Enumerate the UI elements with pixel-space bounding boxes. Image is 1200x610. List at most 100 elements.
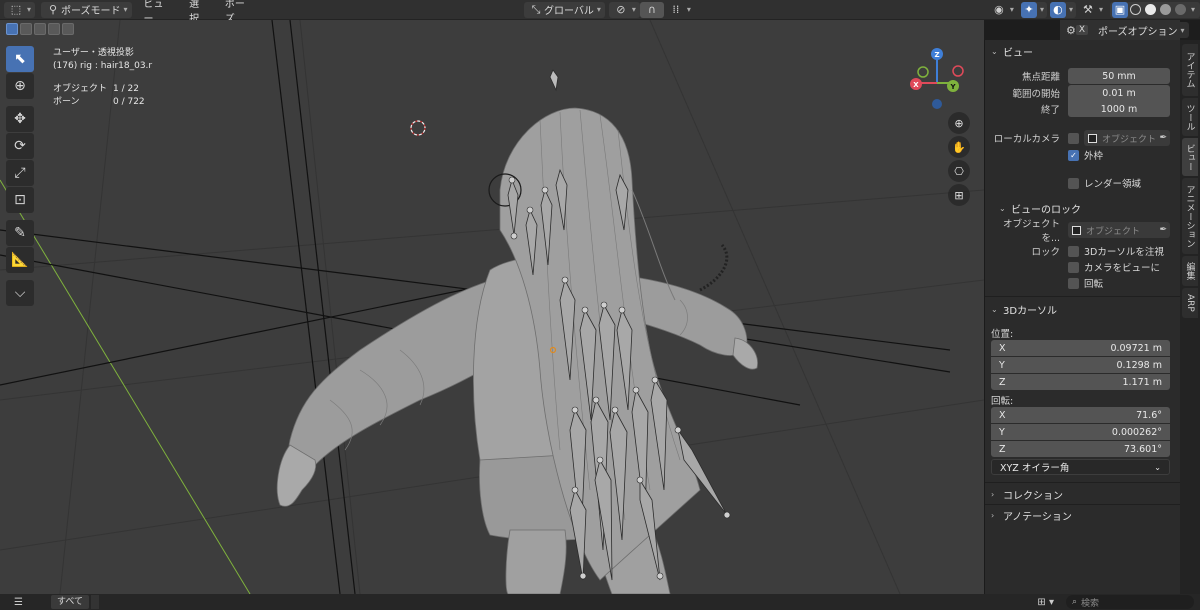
view-lock-title: ビューのロック (1011, 204, 1081, 216)
xray-icon[interactable]: ▣ (1111, 1, 1128, 18)
select-subtract-icon[interactable] (34, 23, 46, 35)
clip-start-label: 範囲の開始 (1012, 89, 1060, 100)
eyedropper-icon[interactable]: ✒ (1159, 225, 1167, 235)
bone-overlay-dropdown[interactable]: ⚒ ▾ (1076, 2, 1107, 18)
tab-item[interactable]: アイテム (1182, 44, 1198, 96)
active-object-info: (176) rig : hair18_03.r (53, 61, 153, 71)
visibility-dropdown[interactable]: ◉ ▾ (987, 2, 1018, 18)
ruler-icon: 📐 (11, 252, 29, 268)
chevron-down-icon: ⌄ (991, 46, 998, 56)
chevron-down-icon: ⌄ (1154, 462, 1161, 472)
focal-length-field[interactable]: 50 mm (1068, 68, 1170, 84)
3d-cursor-section-header[interactable]: ⌄ 3Dカーソル (985, 298, 1057, 320)
local-camera-checkbox[interactable] (1068, 132, 1079, 144)
collection-section-header[interactable]: › コレクション (985, 483, 1063, 505)
solid-shading-icon[interactable] (1144, 4, 1156, 15)
local-camera-label: ローカルカメラ (993, 134, 1060, 145)
cursor-rotation-x-field[interactable]: X 71.6° (991, 407, 1170, 423)
lock-cursor-checkbox[interactable] (1068, 245, 1079, 257)
cursor-location-x-value: 0.09721 m (1110, 342, 1162, 354)
local-camera-field[interactable]: オブジェクト ✒ (1084, 130, 1170, 146)
rotation-label: 回転: (991, 396, 1014, 407)
annotate-tool[interactable]: ✎ (6, 220, 34, 246)
ortho-toggle-button[interactable]: ⊞ (948, 184, 970, 206)
tail-bone-chain (699, 244, 729, 292)
cursor-location-y-field[interactable]: Y 0.1298 m (991, 357, 1170, 373)
hand-icon: ✋ (952, 140, 966, 154)
pose-options-label: ポーズオプション (1098, 26, 1178, 38)
render-region-checkbox[interactable] (1068, 177, 1079, 189)
chevron-down-icon[interactable]: ▾ (1069, 5, 1073, 14)
pan-button[interactable]: ✋ (948, 136, 970, 158)
overlays-icon[interactable]: ◐ (1049, 1, 1066, 18)
rotation-mode-dropdown[interactable]: XYZ オイラー角 ⌄ (991, 459, 1170, 475)
object-icon (1072, 225, 1081, 235)
eyedropper-icon[interactable]: ✒ (1159, 133, 1167, 143)
pose-options-dropdown[interactable]: ポーズオプション ▾ (1094, 22, 1189, 38)
hamburger-icon[interactable]: ☰ (14, 597, 23, 608)
passepartout-checkbox[interactable]: ✓ (1068, 149, 1079, 161)
eye-icon: ◉ (994, 3, 1004, 16)
camera-view-button[interactable]: ⎔ (948, 160, 970, 182)
tab-arp[interactable]: ARP (1182, 288, 1198, 318)
tab-edit-label: 編集 (1184, 262, 1195, 280)
gizmo-x-label: X (913, 81, 919, 89)
chevron-down-icon[interactable]: ▾ (1040, 5, 1044, 14)
select-intersect-icon[interactable] (62, 23, 74, 35)
clip-start-field[interactable]: 0.01 m (1068, 85, 1170, 101)
pose-breakdowner-tool[interactable]: ⌵ (6, 280, 34, 306)
filter-all-button[interactable]: すべて (50, 595, 89, 609)
chevron-down-icon[interactable]: ▾ (1191, 5, 1195, 14)
lock-camera-checkbox[interactable] (1068, 261, 1079, 273)
measure-tool[interactable]: 📐 (6, 247, 34, 273)
tab-edit[interactable]: 編集 (1182, 256, 1198, 286)
clip-end-field[interactable]: 1000 m (1068, 101, 1170, 117)
rendered-shading-icon[interactable] (1174, 4, 1186, 15)
gizmo-icon[interactable]: ✦ (1020, 1, 1037, 18)
mode-dropdown[interactable]: ⚲ ポーズモード ▾ (41, 1, 132, 18)
annotation-section-header[interactable]: › アノテーション (985, 504, 1072, 526)
viewport-text-overlay: ユーザー・透視投影 (176) rig : hair18_03.r オブジェクト… (53, 47, 171, 109)
orientation-gizmo[interactable]: Z Y X (910, 48, 964, 109)
material-shading-icon[interactable] (1159, 4, 1171, 15)
lock-rotation-checkbox[interactable] (1068, 277, 1079, 289)
search-placeholder: 検索 (1081, 598, 1100, 609)
tab-animation[interactable]: アニメーション (1182, 178, 1198, 254)
chevron-down-icon: ▾ (27, 5, 32, 14)
breakdowner-icon: ⌵ (14, 285, 26, 301)
view-section-header[interactable]: ⌄ ビュー (985, 40, 1180, 62)
chevron-down-icon: ▾ (596, 5, 601, 14)
cursor-location-z-field[interactable]: Z 1.171 m (991, 374, 1170, 390)
gizmo-y-label: Y (949, 83, 956, 91)
search-field[interactable]: ⌕ 検索 (1066, 595, 1194, 609)
display-mode-icon[interactable]: ⊞ ▾ (1037, 597, 1054, 608)
move-tool[interactable]: ✥ (6, 106, 34, 132)
transform-tool[interactable]: ⊡ (6, 187, 34, 213)
cursor-rotation-z-field[interactable]: Z 73.601° (991, 441, 1170, 457)
select-extend-icon[interactable] (20, 23, 32, 35)
lock-object-field[interactable]: オブジェクト ✒ (1068, 222, 1170, 238)
select-invert-icon[interactable] (48, 23, 60, 35)
select-new-icon[interactable] (6, 23, 18, 35)
cursor-location-x-field[interactable]: X 0.09721 m (991, 340, 1170, 356)
rotate-tool[interactable]: ⟳ (6, 133, 34, 159)
select-box-tool[interactable]: ⬉ (6, 46, 34, 72)
zoom-button[interactable]: ⊕ (948, 112, 970, 134)
transform-orientation-dropdown[interactable]: ⤡ グローバル ▾ (523, 1, 605, 18)
rotate-icon: ⟳ (14, 138, 26, 154)
editor-type-button[interactable]: ⬚ ▾ (4, 1, 36, 18)
chevron-down-icon: ▾ (123, 5, 128, 14)
cursor-rotation-y-field[interactable]: Y 0.000262° (991, 424, 1170, 440)
snap-toggle[interactable]: ∩ (639, 1, 664, 18)
cursor-tool[interactable]: ⊕ (6, 73, 34, 99)
viewport-header: ⬚ ▾ ⚲ ポーズモード ▾ ビュー 選択 ポーズ ⤡ グローバル ▾ ⊘ ▾ ∩ … (0, 0, 1200, 25)
scale-tool[interactable]: ⤢ (6, 160, 34, 186)
wireframe-shading-icon[interactable] (1129, 4, 1141, 15)
lock-rotation-label: 回転 (1084, 279, 1104, 290)
snap-grid-icon: ⁞⁞ (672, 3, 680, 16)
tab-tool[interactable]: ツール (1182, 98, 1198, 136)
pivot-point-dropdown[interactable]: ⊘ ▾ (608, 1, 640, 18)
snap-options-dropdown[interactable]: ⁞⁞ ▾ (664, 2, 695, 18)
tab-view[interactable]: ビュー (1182, 138, 1198, 176)
npanel-close-button[interactable]: X (1075, 25, 1089, 35)
